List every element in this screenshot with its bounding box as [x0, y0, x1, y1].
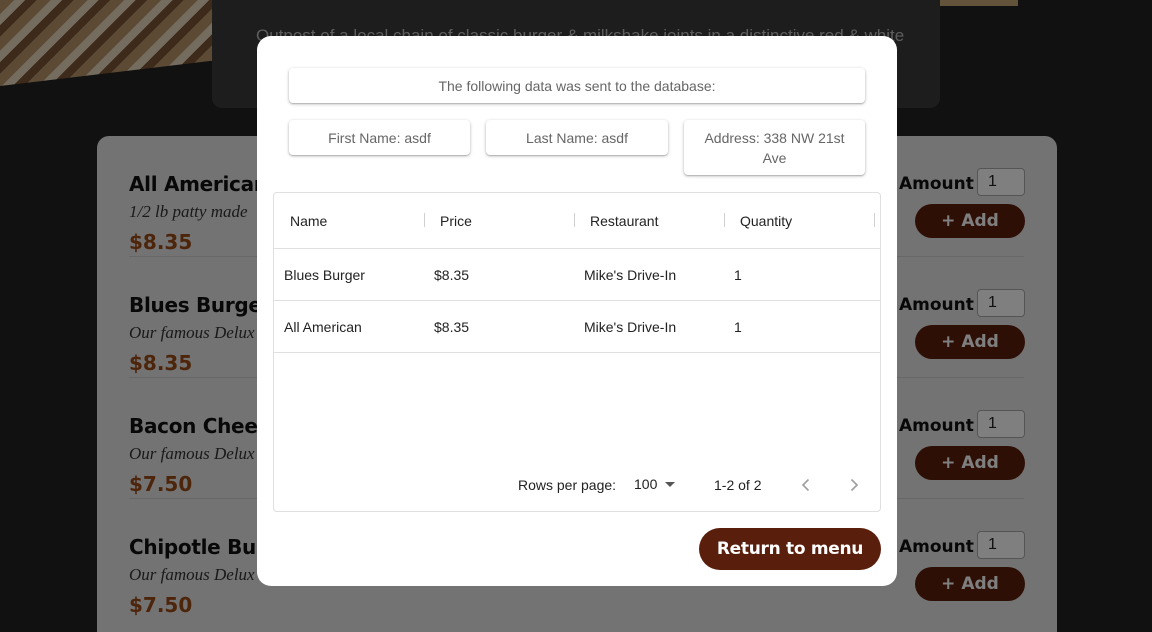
column-header-name[interactable]: Name	[274, 193, 424, 249]
table-row[interactable]: Blues Burger $8.35 Mike's Drive-In 1	[274, 249, 880, 301]
column-header-price[interactable]: Price	[424, 193, 574, 249]
cell-restaurant: Mike's Drive-In	[584, 319, 677, 335]
confirmation-modal: The following data was sent to the datab…	[257, 36, 897, 586]
next-page-button[interactable]	[840, 471, 868, 499]
previous-page-button[interactable]	[792, 471, 820, 499]
rows-per-page-value: 100	[634, 476, 658, 492]
page-range: 1-2 of 2	[714, 477, 762, 493]
chevron-right-icon	[850, 478, 859, 492]
cell-quantity: 1	[734, 267, 742, 283]
last-name-box: Last Name: asdf	[486, 120, 668, 155]
grid-header: Name Price Restaurant Quantity	[274, 193, 880, 249]
pagination: Rows per page: 100 1-2 of 2	[274, 465, 880, 505]
cell-name: All American	[284, 319, 362, 335]
rows-per-page-select[interactable]: 100	[634, 476, 676, 492]
column-header-quantity[interactable]: Quantity	[724, 193, 874, 249]
column-header-restaurant[interactable]: Restaurant	[574, 193, 724, 249]
cell-restaurant: Mike's Drive-In	[584, 267, 677, 283]
order-data-grid: Name Price Restaurant Quantity Blues Bur…	[273, 192, 881, 512]
rows-per-page-label: Rows per page:	[518, 477, 617, 493]
address-box: Address: 338 NW 21st Ave	[684, 120, 865, 175]
table-row[interactable]: All American $8.35 Mike's Drive-In 1	[274, 301, 880, 353]
return-to-menu-button[interactable]: Return to menu	[699, 528, 881, 570]
first-name-box: First Name: asdf	[289, 120, 470, 155]
chevron-left-icon	[801, 478, 810, 492]
modal-header-text: The following data was sent to the datab…	[289, 68, 865, 103]
column-separator[interactable]	[874, 213, 875, 227]
cell-name: Blues Burger	[284, 267, 365, 283]
caret-down-icon	[665, 481, 676, 487]
cell-quantity: 1	[734, 319, 742, 335]
cell-price: $8.35	[434, 319, 470, 335]
cell-price: $8.35	[434, 267, 470, 283]
